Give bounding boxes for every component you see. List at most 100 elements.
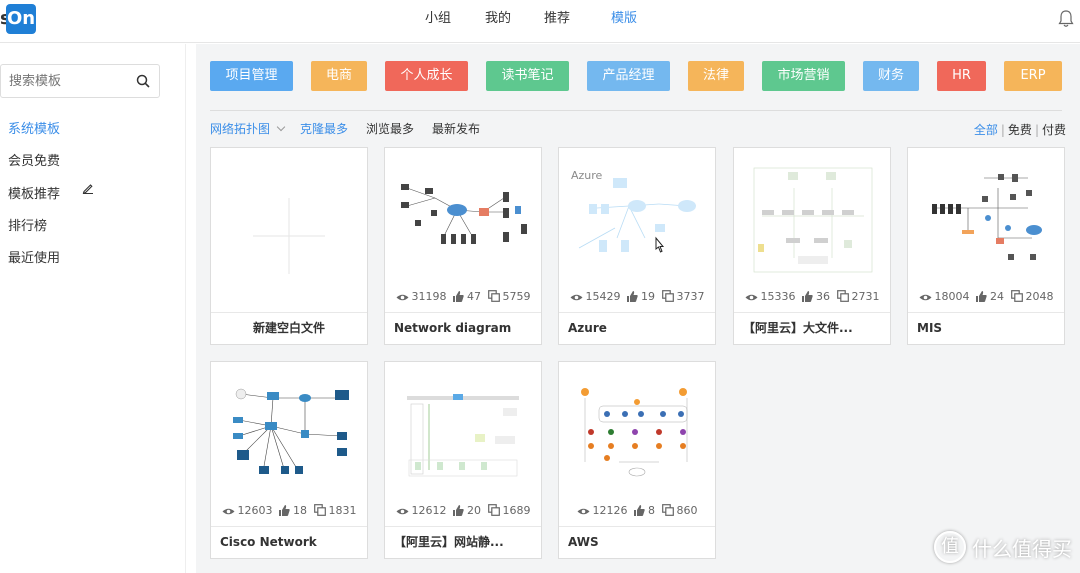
category-dropdown[interactable]: 网络拓扑图	[210, 120, 270, 137]
price-paid[interactable]: 付费	[1042, 123, 1066, 137]
clone-icon	[1010, 290, 1023, 302]
nav-item-templates[interactable]: 模版	[611, 0, 637, 38]
views-icon	[396, 508, 408, 515]
likes-count: 36	[816, 290, 830, 303]
tag-ecommerce[interactable]: 电商	[311, 61, 367, 91]
views-icon	[919, 294, 931, 301]
price-filter: 全部 | 免费 | 付费	[974, 121, 1066, 138]
card-stats: 31198 47 5759	[385, 290, 541, 303]
price-free[interactable]: 免费	[1008, 123, 1032, 137]
clone-icon	[487, 504, 500, 516]
pencil-icon[interactable]	[82, 182, 94, 194]
thumbs-up-icon	[627, 291, 638, 302]
nav-item-groups[interactable]: 小组	[425, 0, 451, 38]
tag-product-manager[interactable]: 产品经理	[587, 61, 670, 91]
thumbs-up-icon	[976, 291, 987, 302]
likes-count: 19	[641, 290, 655, 303]
sidebar-item-member-free[interactable]: 会员免费	[8, 150, 60, 169]
sidebar-item-recent[interactable]: 最近使用	[8, 247, 60, 266]
views-count: 15336	[760, 290, 796, 303]
card-title: MIS	[908, 312, 1064, 344]
template-card-azure[interactable]: Azure 15429 19 3737 Azure	[558, 147, 716, 345]
sidebar-item-ranking[interactable]: 排行榜	[8, 215, 47, 234]
sort-newest[interactable]: 最新发布	[432, 120, 480, 137]
template-card-network-diagram[interactable]: 31198 47 5759 Network diagram	[384, 147, 542, 345]
sidebar-item-system-templates[interactable]: 系统模板	[8, 118, 60, 137]
network-diagram-thumbnail	[401, 184, 527, 244]
card-stats: 12612 20 1689	[385, 504, 541, 517]
views-count: 31198	[411, 290, 447, 303]
azure-thumb-label: Azure	[571, 169, 603, 182]
sort-most-cloned[interactable]: 克隆最多	[300, 120, 348, 137]
watermark-logo-icon: 值	[934, 531, 966, 563]
views-icon	[577, 508, 589, 515]
divider	[210, 110, 1062, 111]
card-stats: 12126 8 860	[559, 504, 715, 517]
search-icon[interactable]	[136, 74, 150, 88]
thumbs-up-icon	[634, 505, 645, 516]
mis-thumbnail	[932, 174, 1042, 260]
card-stats: 15429 19 3737	[559, 290, 715, 303]
tag-marketing[interactable]: 市场营销	[762, 61, 845, 91]
top-nav: 小组 我的 推荐 模版	[425, 0, 665, 43]
card-stats: 12603 18 1831	[211, 504, 367, 517]
views-icon	[570, 294, 582, 301]
clones-count: 860	[676, 504, 698, 517]
tag-personal-growth[interactable]: 个人成长	[385, 61, 468, 91]
tag-finance[interactable]: 财务	[863, 61, 919, 91]
thumbs-up-icon	[802, 291, 813, 302]
tag-law[interactable]: 法律	[688, 61, 744, 91]
likes-count: 20	[467, 504, 481, 517]
filter-bar: 网络拓扑图 克隆最多 浏览最多 最新发布	[210, 120, 498, 137]
aws-thumbnail	[581, 388, 688, 477]
clone-icon	[661, 290, 674, 302]
views-count: 18004	[934, 290, 970, 303]
tag-erp[interactable]: ERP	[1004, 61, 1062, 91]
card-title: 【阿里云】大文件...	[734, 312, 890, 344]
app-logo[interactable]: On	[6, 4, 36, 34]
tag-project-management[interactable]: 项目管理	[210, 61, 293, 91]
clone-icon	[836, 290, 849, 302]
card-title: AWS	[559, 526, 715, 558]
azure-thumbnail: Azure	[571, 169, 696, 253]
views-count: 12126	[592, 504, 628, 517]
tag-reading-notes[interactable]: 读书笔记	[486, 61, 569, 91]
sidebar: 系统模板 会员免费 模板推荐 排行榜 最近使用	[0, 44, 186, 573]
nav-item-mine[interactable]: 我的	[485, 0, 511, 38]
bell-icon[interactable]	[1058, 10, 1074, 28]
sort-most-viewed[interactable]: 浏览最多	[366, 120, 414, 137]
main-content: 项目管理 电商 个人成长 读书笔记 产品经理 法律 市场营销 财务 HR ERP…	[196, 44, 1080, 573]
tag-hr[interactable]: HR	[937, 61, 986, 91]
price-all[interactable]: 全部	[974, 123, 998, 137]
clone-icon	[487, 290, 500, 302]
sidebar-item-template-recommend[interactable]: 模板推荐	[8, 183, 60, 202]
template-card-aliyun-static-site[interactable]: 12612 20 1689 【阿里云】网站静...	[384, 361, 542, 559]
thumbs-up-icon	[453, 505, 464, 516]
template-card-aws[interactable]: 12126 8 860 AWS	[558, 361, 716, 559]
clone-icon	[661, 504, 674, 516]
clones-count: 1689	[502, 504, 531, 517]
clones-count: 1831	[328, 504, 357, 517]
views-count: 12603	[237, 504, 273, 517]
top-bar: s On 小组 我的 推荐 模版	[0, 0, 1080, 43]
aliyun-static-site-thumbnail	[407, 394, 519, 477]
card-title: Network diagram	[385, 312, 541, 344]
clones-count: 3737	[676, 290, 705, 303]
views-count: 12612	[411, 504, 447, 517]
nav-item-recommend[interactable]: 推荐	[544, 0, 570, 38]
template-card-blank[interactable]: 新建空白文件	[210, 147, 368, 345]
template-card-aliyun-big-file[interactable]: 15336 36 2731 【阿里云】大文件...	[733, 147, 891, 345]
watermark-text: 什么值得买	[972, 536, 1072, 561]
watermark: 值 什么值得买	[934, 531, 1072, 563]
likes-count: 18	[293, 504, 307, 517]
template-card-cisco-network[interactable]: 12603 18 1831 Cisco Network	[210, 361, 368, 559]
cursor-icon	[655, 236, 665, 253]
card-title: 新建空白文件	[211, 312, 367, 344]
card-title: Cisco Network	[211, 526, 367, 558]
card-title: Azure	[559, 312, 715, 344]
chevron-down-icon[interactable]	[276, 122, 286, 132]
search-input[interactable]	[1, 65, 121, 97]
clones-count: 2731	[851, 290, 880, 303]
views-icon	[396, 294, 408, 301]
template-card-mis[interactable]: 18004 24 2048 MIS	[907, 147, 1065, 345]
